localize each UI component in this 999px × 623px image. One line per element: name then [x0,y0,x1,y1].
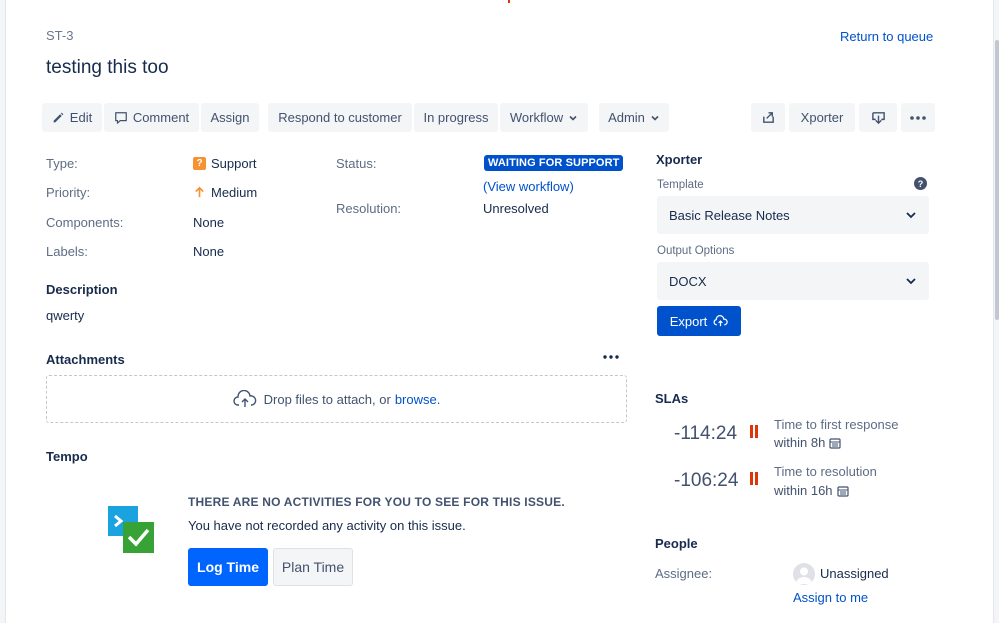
slas-heading: SLAs [655,391,689,406]
in-progress-button[interactable]: In progress [414,103,498,132]
sla-first-response-goal: Time to first response [774,417,899,432]
comment-label: Comment [132,110,190,125]
assign-to-me-link[interactable]: Assign to me [793,590,868,605]
tempo-logo-icon [108,506,156,554]
attachment-dropzone[interactable]: Drop files to attach, or browse. [46,375,627,423]
edit-button[interactable]: Edit [42,103,102,132]
sla-first-response-within: within 8h [774,435,841,450]
components-label: Components: [46,215,124,230]
no-activities-text: You have not recorded any activity on th… [188,518,466,533]
edit-label: Edit [69,110,93,125]
labels-label: Labels: [46,244,88,259]
assignee-value: Unassigned [820,566,889,581]
xporter-button[interactable]: Xporter [789,103,855,132]
plan-time-button[interactable]: Plan Time [273,548,353,586]
no-activities-title: THERE ARE NO ACTIVITIES FOR YOU TO SEE F… [188,495,565,509]
attachments-more-button[interactable] [603,350,619,367]
sla-resolution-time: -106:24 [674,470,739,491]
chevron-down-icon [906,212,916,219]
xporter-label: Xporter [800,110,844,125]
sla-resolution-within: within 16h [774,483,849,498]
issue-title: testing this too [46,57,169,78]
output-options-label: Output Options [657,245,735,257]
window-left-edge [0,0,6,623]
status-label: Status: [336,156,377,171]
download-tray-icon [871,112,885,125]
help-icon[interactable]: ? [914,177,927,190]
chevron-down-icon [906,278,916,285]
assign-label: Assign [210,110,250,125]
output-options-select[interactable]: DOCX [657,262,929,300]
resolution-value: Unresolved [483,201,549,216]
window-scrollbar[interactable] [993,0,999,623]
share-icon [762,112,774,123]
type-label: Type: [46,156,78,171]
drop-files-text: Drop files to attach, or [263,391,391,407]
admin-label: Admin [608,110,645,125]
labels-value: None [193,244,225,259]
scrollbar-thumb[interactable] [995,40,999,320]
export-button[interactable]: Export [657,306,741,336]
assignee-label: Assignee: [655,566,713,581]
cloud-upload-icon [232,390,256,407]
respond-to-customer-button[interactable]: Respond to customer [268,103,412,132]
cloud-upload-icon [713,315,728,327]
export-label: Export [669,313,708,329]
top-marker [508,0,510,3]
calendar-icon [829,437,841,449]
return-to-queue-link[interactable]: Return to queue [840,29,933,44]
support-type-icon: ? [193,157,206,170]
browse-link[interactable]: browse. [395,392,441,407]
workflow-label: Workflow [509,110,564,125]
template-label: Template [657,179,704,191]
admin-dropdown[interactable]: Admin [599,103,669,132]
people-heading: People [655,536,698,551]
chevron-down-icon [651,115,659,121]
view-workflow-link[interactable]: (View workflow) [483,179,574,194]
avatar [793,563,815,585]
status-badge: WAITING FOR SUPPORT [484,155,624,171]
workflow-dropdown[interactable]: Workflow [500,103,588,132]
assign-button[interactable]: Assign [201,103,259,132]
template-select[interactable]: Basic Release Notes [657,196,929,234]
in-progress-label: In progress [423,110,489,125]
chevron-down-icon [569,115,577,121]
arrow-up-icon [195,186,204,198]
description-heading: Description [46,282,118,297]
issue-key[interactable]: ST-3 [46,28,73,43]
comment-button[interactable]: Comment [104,103,199,132]
priority-label: Priority: [46,185,91,200]
share-button[interactable] [751,103,785,132]
template-value: Basic Release Notes [669,207,790,223]
sla-first-response-time: -114:24 [674,423,738,444]
resolution-label: Resolution: [336,201,402,216]
priority-value: Medium [193,185,257,200]
tempo-heading: Tempo [46,449,88,464]
sla-resolution-within-text: within 16h [774,483,833,498]
description-text[interactable]: qwerty [46,308,84,323]
log-time-button[interactable]: Log Time [188,548,268,586]
more-icon [603,355,619,359]
output-value: DOCX [669,273,707,289]
sla-first-response-within-text: within 8h [774,435,826,450]
export-download-button[interactable] [859,103,897,132]
more-icon [910,115,926,120]
priority-text: Medium [211,185,258,200]
pause-icon [750,472,758,485]
respond-label: Respond to customer [278,110,402,125]
pause-icon [750,425,758,438]
comment-icon [114,111,127,124]
attachments-heading: Attachments [46,352,125,367]
pencil-icon [53,112,64,123]
type-text: Support [211,156,257,171]
more-actions-button[interactable] [901,103,935,132]
type-value: ? Support [193,156,257,171]
calendar-icon [836,485,849,497]
sla-resolution-goal: Time to resolution [774,464,877,479]
xporter-heading: Xporter [656,152,703,167]
components-value: None [193,215,225,230]
